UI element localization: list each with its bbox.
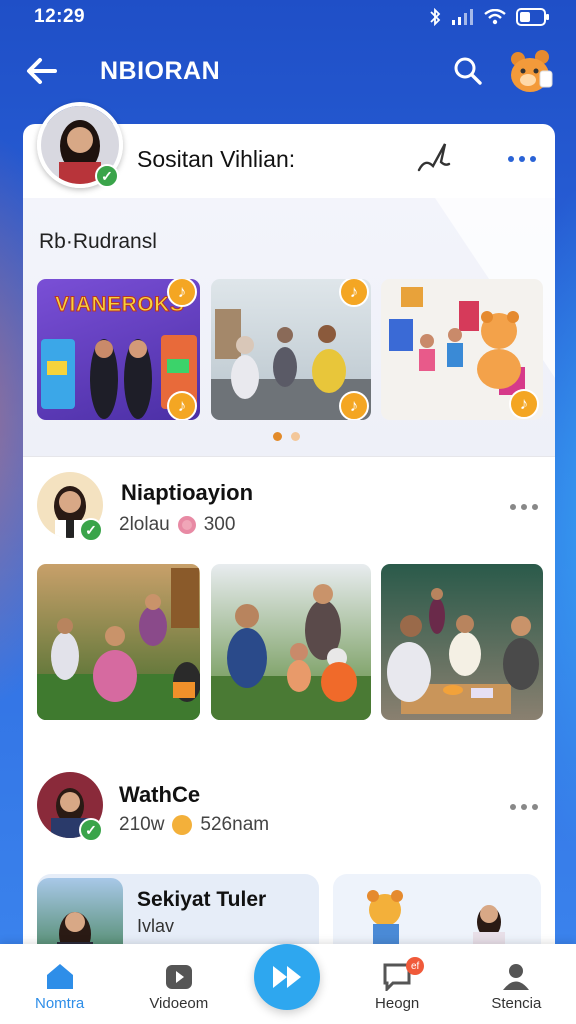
bluetooth-icon	[430, 8, 441, 26]
featured-thumb-2[interactable]: ♪ ♪	[211, 279, 371, 420]
content-card: Sositan Vihlian: Rb·Rudransl VIANEROKS ♪…	[23, 124, 555, 964]
post-avatar[interactable]: ✓	[37, 772, 103, 842]
wifi-icon	[484, 9, 506, 25]
app-header: NBIORAN	[0, 46, 576, 96]
home-icon	[46, 964, 73, 989]
post-author: WathCe	[119, 782, 201, 807]
donut-icon	[177, 516, 196, 534]
post-time: 2lolau	[119, 514, 170, 535]
more-options-button[interactable]	[509, 500, 539, 512]
photo-illustration	[211, 584, 371, 720]
mascot-profile-button[interactable]	[506, 47, 554, 95]
edit-button[interactable]	[415, 140, 451, 176]
music-badge-icon: ♪	[167, 391, 197, 420]
nav-label: Vidoeom	[149, 995, 209, 1012]
more-options-button[interactable]	[509, 800, 539, 812]
status-bar: 12:29	[0, 0, 576, 34]
peek-card-title: Sekiyat Tuler	[137, 888, 267, 911]
arrow-left-icon	[27, 58, 57, 84]
verified-check-icon: ✓	[95, 164, 119, 188]
post-photo[interactable]	[37, 564, 200, 720]
profile-name: Sositan Vihlian:	[137, 146, 296, 172]
post-avatar[interactable]: ✓	[37, 472, 103, 542]
nav-label: Heogn	[375, 995, 420, 1012]
status-time: 12:29	[34, 6, 86, 27]
carousel-dot[interactable]	[291, 432, 300, 441]
more-horizontal-icon	[510, 504, 538, 510]
profile-avatar[interactable]: ✓	[37, 102, 123, 188]
back-button[interactable]	[22, 51, 62, 91]
divider	[23, 456, 555, 457]
verified-check-icon: ✓	[79, 818, 103, 842]
bear-icon	[172, 815, 193, 835]
more-horizontal-icon	[510, 804, 538, 810]
signal-icon	[452, 9, 473, 25]
nav-item-messages[interactable]: ef Heogn	[342, 957, 452, 1012]
featured-thumb-3[interactable]: ♪	[381, 279, 543, 420]
play-center-button[interactable]	[254, 944, 320, 1010]
play-forward-icon	[273, 966, 301, 988]
nav-item-profile[interactable]: Stencia	[461, 961, 571, 1012]
music-badge-icon: ♪	[509, 389, 539, 419]
peek-card-subtitle: Ivlav	[137, 916, 175, 936]
post-meta: 2lolau 300	[119, 514, 235, 536]
bear-mascot-icon	[511, 50, 553, 92]
search-icon	[454, 57, 482, 85]
post-meta: 210w 526nam	[119, 814, 269, 836]
pen-signature-icon	[417, 143, 451, 172]
status-icons	[428, 8, 550, 26]
person-icon	[503, 964, 530, 990]
nav-item-video[interactable]: Vidoeom	[124, 961, 234, 1012]
featured-thumb-1[interactable]: VIANEROKS ♪ ♪	[37, 279, 200, 420]
carousel-dot[interactable]	[273, 432, 282, 441]
video-icon	[165, 965, 192, 989]
carousel-pagination	[273, 432, 300, 441]
post-count: 300	[203, 514, 236, 535]
post-author: Niaptioayion	[121, 480, 254, 505]
page-title: NBIORAN	[100, 56, 221, 85]
music-badge-icon: ♪	[339, 391, 369, 420]
photo-illustration	[387, 588, 539, 714]
search-button[interactable]	[448, 51, 488, 91]
thumb-1-title: VIANEROKS	[54, 293, 185, 317]
post-photo[interactable]	[381, 564, 543, 720]
post-photo[interactable]	[211, 564, 371, 720]
post-time: 210w	[119, 814, 165, 835]
notification-badge: ef	[406, 957, 425, 975]
verified-check-icon: ✓	[79, 518, 103, 542]
photo-illustration	[37, 568, 200, 720]
nav-label: Stencia	[491, 995, 542, 1012]
post-count: 526nam	[200, 814, 270, 835]
nav-item-home[interactable]: Nomtra	[5, 961, 115, 1012]
featured-label: Rb·Rudransl	[39, 230, 157, 253]
nav-label: Nomtra	[35, 995, 85, 1012]
more-horizontal-icon	[508, 156, 536, 162]
battery-icon	[516, 8, 549, 26]
more-options-button[interactable]	[507, 152, 537, 164]
